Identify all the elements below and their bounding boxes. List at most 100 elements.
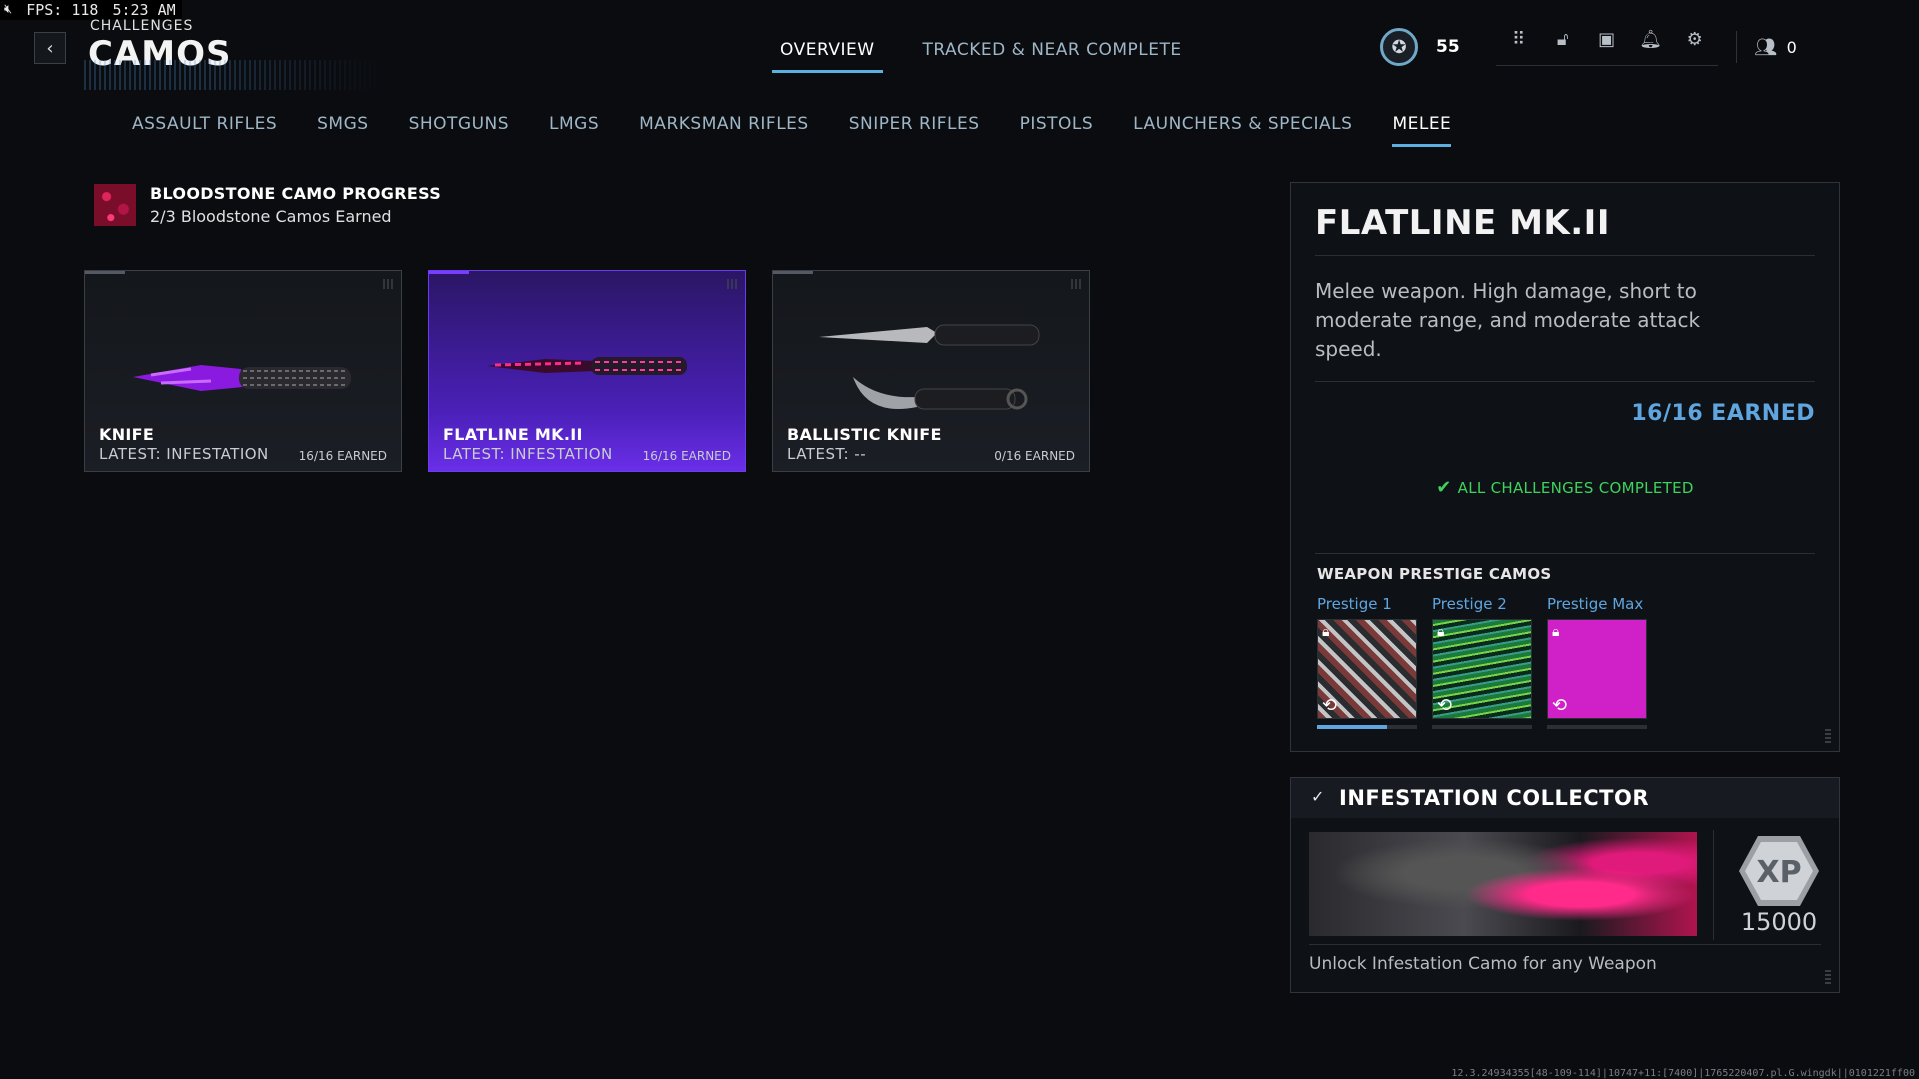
- prestige-heading: WEAPON PRESTIGE CAMOS: [1317, 565, 1552, 583]
- build-string: 12.3.24934355[48-109-114]|10747+11:[7400…: [1451, 1068, 1915, 1079]
- title-decoration: [84, 60, 384, 90]
- collector-challenge-panel: ✓ INFESTATION COLLECTOR XP 15000 Unlock …: [1290, 777, 1840, 993]
- detail-description: Melee weapon. High damage, short to mode…: [1315, 279, 1701, 361]
- flatline-knife-image: [487, 357, 687, 375]
- tab-lmgs[interactable]: LMGS: [549, 114, 599, 147]
- collector-header: ✓ INFESTATION COLLECTOR: [1291, 778, 1839, 818]
- divider: [1315, 553, 1815, 554]
- hud-icons: ⠿ 🔓︎ ▣ 🔔︎ ⚙: [1495, 29, 1718, 66]
- card-corner-icon: [1071, 279, 1081, 289]
- hud-bar: ✪ 55 ⠿ 🔓︎ ▣ 🔔︎ ⚙ 👥︎ 0: [1380, 28, 1837, 66]
- bloodstone-progress: BLOODSTONE CAMO PROGRESS 2/3 Bloodstone …: [94, 184, 441, 226]
- tab-marksman-rifles[interactable]: MARKSMAN RIFLES: [639, 114, 809, 147]
- lock-icon: 🔒︎: [1322, 624, 1330, 640]
- prestige-camo-2[interactable]: Prestige 2 🔒︎ ⟲: [1432, 595, 1532, 729]
- divider: [1713, 830, 1714, 940]
- card-progress-bar: [85, 271, 125, 274]
- weapon-latest-camo: LATEST: INFESTATION: [99, 445, 269, 463]
- xp-label: XP: [1756, 855, 1801, 890]
- lock-icon: 🔒︎: [1437, 624, 1445, 640]
- weapon-name: FLATLINE MK.II: [443, 425, 583, 444]
- collector-title: INFESTATION COLLECTOR: [1339, 786, 1650, 810]
- panel-grip-icon: [1825, 727, 1831, 743]
- xp-badge-icon: XP: [1739, 836, 1819, 906]
- weapon-earned: 16/16 EARNED: [642, 449, 731, 463]
- detail-earned: 16/16 EARNED: [1631, 401, 1815, 426]
- category-tabs: ASSAULT RIFLES SMGS SHOTGUNS LMGS MARKSM…: [132, 114, 1452, 147]
- tab-sniper-rifles[interactable]: SNIPER RIFLES: [849, 114, 980, 147]
- weapon-latest-camo: LATEST: --: [787, 445, 867, 463]
- clock: 5:23 AM: [112, 1, 176, 19]
- tab-assault-rifles[interactable]: ASSAULT RIFLES: [132, 114, 277, 147]
- panel-grip-icon: [1825, 968, 1831, 984]
- prestige-label: Prestige Max: [1547, 595, 1644, 613]
- collector-description: Unlock Infestation Camo for any Weapon: [1309, 954, 1657, 974]
- checkmark-icon: ✔: [1436, 477, 1452, 498]
- hud-divider: [1735, 31, 1737, 63]
- tab-overview[interactable]: OVERVIEW: [772, 40, 883, 73]
- card-progress-bar: [773, 271, 813, 274]
- tab-launchers-specials[interactable]: LAUNCHERS & SPECIALS: [1133, 114, 1352, 147]
- weapon-card-ballistic-knife[interactable]: BALLISTIC KNIFE LATEST: -- 0/16 EARNED: [772, 270, 1090, 472]
- bloodstone-camo-swatch: [94, 184, 136, 226]
- lock-icon: 🔒︎: [1552, 624, 1560, 640]
- prestige-camo-max[interactable]: Prestige Max 🔒︎ ⟲: [1547, 595, 1647, 729]
- divider: [1315, 255, 1815, 256]
- prestige-loop-icon: ⟲: [1437, 695, 1453, 716]
- completion-text: ALL CHALLENGES COMPLETED: [1457, 479, 1694, 497]
- tab-tracked-near-complete[interactable]: TRACKED & NEAR COMPLETE: [923, 40, 1182, 73]
- friends-count: 0: [1786, 37, 1797, 57]
- back-button[interactable]: ‹: [34, 32, 66, 64]
- friends-icon[interactable]: 👥︎: [1754, 36, 1777, 58]
- notifications-bell-icon[interactable]: 🔔︎: [1639, 29, 1662, 51]
- xp-reward: 15000: [1740, 908, 1818, 936]
- detail-title: FLATLINE MK.II: [1315, 203, 1610, 243]
- weapon-detail-panel: FLATLINE MK.II Melee weapon. High damage…: [1290, 182, 1840, 752]
- ballistic-knife-image: [819, 324, 1040, 410]
- settings-gear-icon[interactable]: ⚙: [1684, 29, 1706, 51]
- weapon-latest-camo: LATEST: INFESTATION: [443, 445, 613, 463]
- store-icon[interactable]: ▣: [1596, 29, 1618, 51]
- tab-shotguns[interactable]: SHOTGUNS: [409, 114, 509, 147]
- breadcrumb: CHALLENGES: [90, 18, 194, 34]
- card-progress-bar: [429, 271, 469, 274]
- prestige-progress-bar: [1432, 725, 1532, 729]
- completion-status: ✔ ALL CHALLENGES COMPLETED: [1291, 477, 1839, 498]
- unlock-icon[interactable]: 🔓︎: [1552, 29, 1574, 51]
- card-corner-icon: [727, 279, 737, 289]
- check-icon: ✓: [1311, 787, 1325, 806]
- tab-pistols[interactable]: PISTOLS: [1020, 114, 1094, 147]
- player-level: 55: [1436, 37, 1460, 57]
- weapon-card-knife[interactable]: KNIFE LATEST: INFESTATION 16/16 EARNED: [84, 270, 402, 472]
- weapon-earned: 16/16 EARNED: [298, 449, 387, 463]
- prestige-progress-bar: [1547, 725, 1647, 729]
- divider: [1315, 381, 1815, 382]
- prestige-loop-icon: ⟲: [1322, 695, 1338, 716]
- apps-grid-icon[interactable]: ⠿: [1508, 29, 1530, 51]
- prestige-loop-icon: ⟲: [1552, 695, 1568, 716]
- chevron-left-icon: ‹: [46, 37, 54, 59]
- fps-overlay: 🔇︎ FPS: 118 5:23 AM: [0, 0, 182, 20]
- prestige-camo-1[interactable]: Prestige 1 🔒︎ ⟲: [1317, 595, 1417, 729]
- prestige-progress-fill: [1317, 725, 1387, 729]
- knife-image: [133, 365, 351, 391]
- weapon-name: BALLISTIC KNIFE: [787, 425, 942, 444]
- prestige-progress-bar: [1317, 725, 1417, 729]
- player-level-icon[interactable]: ✪: [1380, 28, 1418, 66]
- progress-title: BLOODSTONE CAMO PROGRESS: [150, 184, 442, 203]
- weapon-card-flatline-mk2[interactable]: FLATLINE MK.II LATEST: INFESTATION 16/16…: [428, 270, 746, 472]
- progress-subtitle: 2/3 Bloodstone Camos Earned: [150, 207, 392, 226]
- weapon-earned: 0/16 EARNED: [994, 449, 1075, 463]
- prestige-label: Prestige 1: [1317, 595, 1392, 613]
- mute-icon: 🔇︎: [4, 2, 13, 17]
- top-tabs: OVERVIEW TRACKED & NEAR COMPLETE: [772, 40, 1182, 73]
- prestige-camo-tile: 🔒︎ ⟲: [1547, 619, 1647, 719]
- tab-melee[interactable]: MELEE: [1392, 114, 1452, 147]
- divider: [1309, 944, 1821, 945]
- fps-counter: FPS: 118: [26, 1, 99, 19]
- card-corner-icon: [383, 279, 393, 289]
- tab-smgs[interactable]: SMGS: [317, 114, 368, 147]
- prestige-camo-tile: 🔒︎ ⟲: [1432, 619, 1532, 719]
- prestige-camo-tile: 🔒︎ ⟲: [1317, 619, 1417, 719]
- prestige-label: Prestige 2: [1432, 595, 1507, 613]
